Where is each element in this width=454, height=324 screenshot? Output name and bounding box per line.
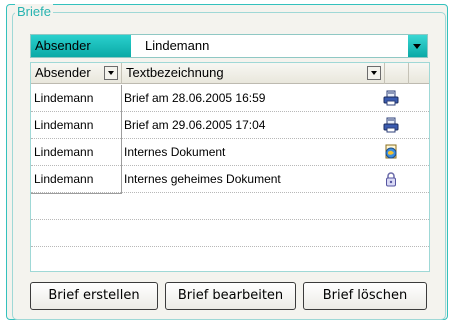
sender-filter-combobox[interactable]: Absender Lindemann: [30, 34, 428, 58]
sender-filter-value[interactable]: Lindemann: [131, 35, 408, 57]
window: Briefe Absender Lindemann Absender Textb…: [0, 0, 454, 324]
table-row-empty: [31, 247, 429, 271]
column-header-description[interactable]: Textbezeichnung: [122, 63, 385, 84]
group-title: Briefe: [15, 4, 53, 20]
cell-description: Internes geheimes Dokument: [124, 172, 281, 186]
sender-column-filter-button[interactable]: [104, 66, 118, 80]
letters-table[interactable]: Absender Textbezeichnung Lindemann Brief…: [30, 62, 430, 272]
column-header-description-label: Textbezeichnung: [126, 65, 224, 80]
table-header: Absender Textbezeichnung: [31, 63, 429, 84]
globe-document-icon[interactable]: [383, 139, 403, 166]
document-printer-icon[interactable]: [383, 85, 403, 112]
chevron-down-icon[interactable]: [408, 35, 427, 57]
edit-letter-button[interactable]: Brief bearbeiten: [165, 282, 296, 310]
sender-column-frame: [31, 85, 122, 194]
column-header-icon[interactable]: [385, 63, 409, 84]
padlock-icon[interactable]: [383, 166, 403, 193]
cell-description: Brief am 28.06.2005 16:59: [124, 91, 266, 105]
cell-description: Brief am 29.06.2005 17:04: [124, 118, 266, 132]
table-row-empty: [31, 193, 429, 220]
column-header-sender-label: Absender: [35, 65, 91, 80]
description-column-filter-button[interactable]: [367, 66, 381, 80]
create-letter-button[interactable]: Brief erstellen: [30, 282, 158, 310]
sender-filter-label: Absender: [31, 35, 131, 57]
column-header-extra[interactable]: [409, 63, 429, 84]
delete-letter-button[interactable]: Brief löschen: [303, 282, 427, 310]
cell-description: Internes Dokument: [124, 145, 226, 159]
table-row-empty: [31, 220, 429, 247]
document-printer-icon[interactable]: [383, 112, 403, 139]
